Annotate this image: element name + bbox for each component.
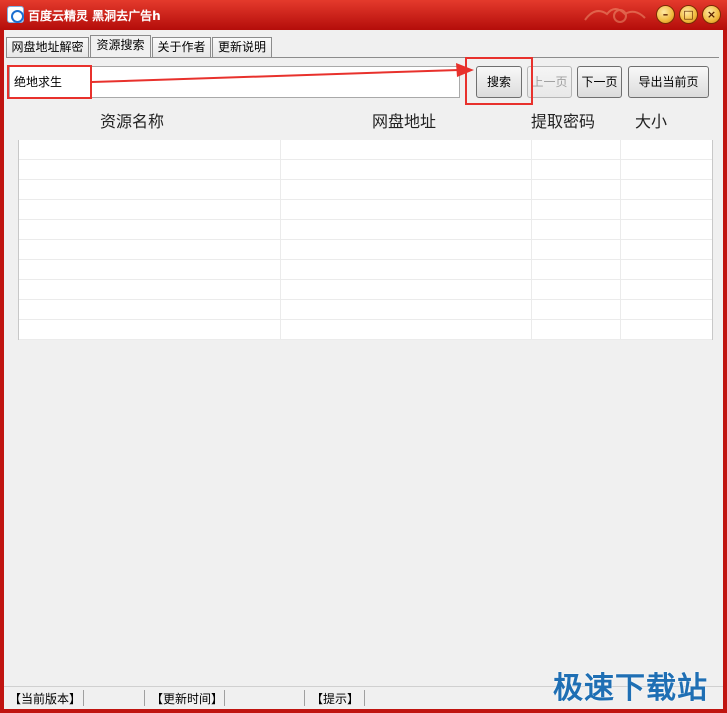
tab-divider: [6, 57, 719, 58]
table-cell[interactable]: [532, 140, 621, 160]
app-logo-icon: [7, 6, 24, 23]
table-cell[interactable]: [19, 180, 281, 200]
table-cell[interactable]: [19, 140, 281, 160]
table-row[interactable]: [19, 220, 712, 240]
prev-page-button[interactable]: 上一页: [527, 66, 572, 98]
table-cell[interactable]: [281, 320, 532, 340]
table-cell[interactable]: [19, 280, 281, 300]
status-divider: [224, 690, 225, 706]
table-cell[interactable]: [281, 280, 532, 300]
table-cell[interactable]: [281, 240, 532, 260]
table-cell[interactable]: [532, 220, 621, 240]
status-version: 【当前版本】: [9, 692, 82, 706]
table-cell[interactable]: [532, 260, 621, 280]
app-window: 百度云精灵 黑洞去广告h – □ × 网盘地址解密 资源搜索 关于作者 更新说明…: [0, 0, 727, 713]
table-row[interactable]: [19, 140, 712, 160]
decorative-cloud-icon: [584, 8, 646, 23]
status-tip: 【提示】: [311, 692, 360, 706]
table-cell[interactable]: [19, 220, 281, 240]
table-cell[interactable]: [532, 240, 621, 260]
table-cell[interactable]: [532, 320, 621, 340]
tab-about-author[interactable]: 关于作者: [152, 37, 211, 58]
table-cell[interactable]: [19, 240, 281, 260]
tab-resource-search[interactable]: 资源搜索: [90, 35, 151, 58]
highlight-box-input: [7, 65, 92, 99]
close-button[interactable]: ×: [702, 5, 721, 24]
results-grid[interactable]: [18, 140, 713, 340]
table-cell[interactable]: [532, 300, 621, 320]
export-page-button[interactable]: 导出当前页: [628, 66, 709, 98]
table-row[interactable]: [19, 300, 712, 320]
table-cell[interactable]: [621, 260, 712, 280]
table-row[interactable]: [19, 200, 712, 220]
table-cell[interactable]: [19, 160, 281, 180]
table-cell[interactable]: [281, 300, 532, 320]
client-area: 网盘地址解密 资源搜索 关于作者 更新说明 绝地求生 搜索 上一页 下一页 导出…: [4, 30, 723, 709]
column-header-url[interactable]: 网盘地址: [372, 108, 436, 132]
table-cell[interactable]: [621, 160, 712, 180]
minimize-button[interactable]: –: [656, 5, 675, 24]
table-cell[interactable]: [19, 200, 281, 220]
table-cell[interactable]: [19, 320, 281, 340]
column-header-name[interactable]: 资源名称: [100, 108, 164, 132]
status-divider: [83, 690, 84, 706]
status-divider: [304, 690, 305, 706]
tab-update-notes[interactable]: 更新说明: [212, 37, 272, 58]
table-cell[interactable]: [19, 260, 281, 280]
column-header-code[interactable]: 提取密码: [531, 108, 595, 132]
status-divider: [364, 690, 365, 706]
table-row[interactable]: [19, 160, 712, 180]
table-row[interactable]: [19, 240, 712, 260]
table-cell[interactable]: [532, 200, 621, 220]
table-cell[interactable]: [621, 280, 712, 300]
column-header-size[interactable]: 大小: [635, 108, 667, 132]
table-cell[interactable]: [621, 320, 712, 340]
table-cell[interactable]: [281, 200, 532, 220]
table-cell[interactable]: [621, 140, 712, 160]
table-row[interactable]: [19, 280, 712, 300]
watermark-logo: 极速下载站: [553, 671, 708, 706]
table-cell[interactable]: [621, 220, 712, 240]
status-update-time: 【更新时间】: [151, 692, 224, 706]
table-cell[interactable]: [621, 300, 712, 320]
table-row[interactable]: [19, 320, 712, 340]
window-title: 百度云精灵 黑洞去广告h: [28, 9, 161, 23]
table-cell[interactable]: [532, 280, 621, 300]
table-cell[interactable]: [281, 140, 532, 160]
title-bar[interactable]: 百度云精灵 黑洞去广告h – □ ×: [0, 0, 727, 30]
table-cell[interactable]: [281, 160, 532, 180]
table-cell[interactable]: [621, 180, 712, 200]
table-cell[interactable]: [281, 260, 532, 280]
highlight-box-search: [465, 57, 533, 105]
table-cell[interactable]: [532, 160, 621, 180]
table-row[interactable]: [19, 260, 712, 280]
table-cell[interactable]: [19, 300, 281, 320]
table-cell[interactable]: [281, 180, 532, 200]
next-page-button[interactable]: 下一页: [577, 66, 622, 98]
table-cell[interactable]: [532, 180, 621, 200]
table-cell[interactable]: [621, 200, 712, 220]
tab-url-decrypt[interactable]: 网盘地址解密: [6, 37, 89, 58]
status-divider: [144, 690, 145, 706]
table-row[interactable]: [19, 180, 712, 200]
table-cell[interactable]: [281, 220, 532, 240]
maximize-button[interactable]: □: [679, 5, 698, 24]
table-cell[interactable]: [621, 240, 712, 260]
